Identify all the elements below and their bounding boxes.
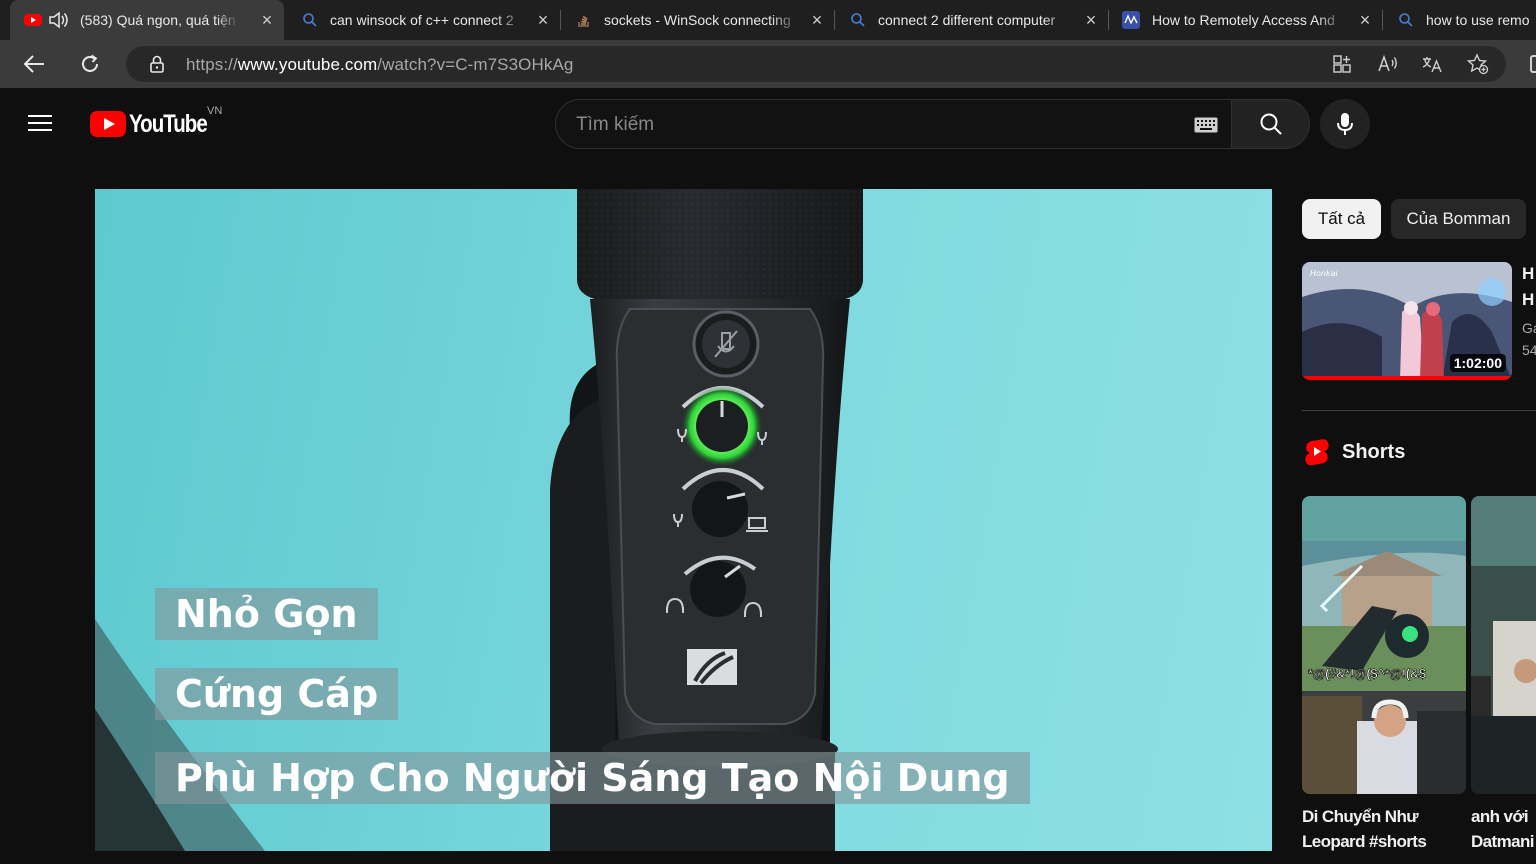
tab-search-remote[interactable]: how to use remo	[1382, 0, 1536, 40]
search-icon	[1398, 12, 1414, 28]
toolbar-edge-icon[interactable]	[1530, 55, 1536, 73]
play-icon	[90, 111, 126, 137]
video-caption-2: Cứng Cáp	[155, 668, 399, 720]
close-icon[interactable]: ×	[258, 11, 276, 29]
tab-title: connect 2 different computer	[878, 12, 1056, 28]
keyboard-icon[interactable]	[1194, 117, 1218, 133]
browser-toolbar: https://www.youtube.com/watch?v=C-m7S3OH…	[0, 40, 1536, 88]
hamburger-menu-icon[interactable]	[28, 110, 62, 138]
tab-title: sockets - WinSock connecting	[604, 12, 791, 28]
recommended-channel[interactable]: Ga	[1522, 320, 1536, 336]
close-icon[interactable]: ×	[808, 11, 826, 29]
short-title-line1[interactable]: Di Chuyển Như	[1302, 804, 1419, 829]
short-title-line2[interactable]: Leopard #shorts	[1302, 829, 1427, 854]
shorts-header: Shorts	[1304, 438, 1405, 466]
short-card[interactable]: *@(#&*!@($^*@!(&$	[1302, 496, 1466, 794]
stackoverflow-icon	[576, 12, 592, 28]
url-text: https://www.youtube.com/watch?v=C-m7S3OH…	[186, 55, 574, 74]
tab-title: can winsock of c++ connect 2	[330, 12, 514, 28]
logo-text: YouTube	[129, 109, 208, 138]
apps-icon[interactable]	[1330, 52, 1354, 76]
tab-youtube[interactable]: (583) Quá ngon, quá tiện ×	[10, 0, 284, 40]
browser-tab-bar: (583) Quá ngon, quá tiện × can winsock o…	[0, 0, 1536, 40]
article-icon	[1122, 11, 1140, 29]
country-code: VN	[207, 105, 223, 117]
tab-remote-access[interactable]: How to Remotely Access And ×	[1108, 0, 1382, 40]
address-bar[interactable]: https://www.youtube.com/watch?v=C-m7S3OH…	[126, 46, 1506, 82]
voice-search-button[interactable]	[1320, 99, 1370, 149]
video-caption-3: Phù Hợp Cho Người Sáng Tạo Nội Dung	[155, 752, 1030, 804]
recommended-thumbnail[interactable]: Honkai 1:02:00	[1302, 262, 1512, 380]
close-icon[interactable]: ×	[534, 11, 552, 29]
refresh-icon	[82, 54, 98, 72]
recommended-views: 54	[1522, 342, 1536, 358]
tab-stackoverflow[interactable]: sockets - WinSock connecting ×	[560, 0, 834, 40]
section-divider	[1302, 410, 1536, 411]
close-icon[interactable]: ×	[1082, 11, 1100, 29]
svg-text:Honkai: Honkai	[1310, 269, 1339, 278]
chip-channel[interactable]: Của Bomman	[1391, 199, 1526, 239]
tab-search-connect[interactable]: connect 2 different computer ×	[834, 0, 1108, 40]
search-input[interactable]	[576, 112, 1176, 138]
recommended-title-line2[interactable]: H	[1522, 290, 1534, 310]
favorites-add-icon[interactable]	[1466, 52, 1490, 76]
tab-title: how to use remo	[1426, 12, 1530, 28]
short-overlay-text: *@(#&*!@($^*@!(&$	[1308, 666, 1427, 682]
video-player[interactable]: Nhỏ Gọn Cứng Cáp Phù Hợp Cho Người Sáng …	[95, 189, 1272, 851]
short-thumbnail	[1302, 496, 1466, 794]
search-icon	[302, 12, 318, 28]
youtube-icon	[24, 12, 42, 28]
search-button[interactable]	[1231, 99, 1310, 149]
search-box	[555, 99, 1231, 149]
microphone-icon	[1337, 113, 1353, 135]
back-button[interactable]	[18, 48, 50, 80]
tab-title: (583) Quá ngon, quá tiện	[80, 12, 236, 28]
watch-progress-bar	[1302, 376, 1512, 380]
refresh-button[interactable]	[74, 48, 106, 80]
chip-all[interactable]: Tất cả	[1302, 199, 1381, 239]
shorts-icon	[1305, 439, 1329, 466]
tab-search-winsock[interactable]: can winsock of c++ connect 2 ×	[286, 0, 560, 40]
youtube-logo[interactable]: YouTube	[90, 110, 224, 138]
arrow-left-icon	[23, 55, 44, 73]
search-icon	[850, 12, 866, 28]
speaker-icon[interactable]	[48, 10, 70, 30]
youtube-header: YouTube VN	[0, 88, 1536, 160]
lock-icon[interactable]	[145, 52, 169, 76]
shorts-label: Shorts	[1342, 440, 1406, 463]
read-aloud-icon[interactable]	[1376, 52, 1400, 76]
tab-title: How to Remotely Access And	[1152, 12, 1335, 28]
short-title-line1[interactable]: anh với	[1471, 804, 1529, 829]
recommended-title-line1[interactable]: H	[1522, 264, 1534, 284]
video-caption-1: Nhỏ Gọn	[155, 588, 378, 640]
translate-icon[interactable]	[1420, 52, 1444, 76]
short-card[interactable]	[1471, 496, 1536, 794]
short-title-line2[interactable]: Datmani	[1471, 829, 1534, 854]
short-thumbnail	[1471, 496, 1536, 794]
search-icon	[1260, 113, 1282, 135]
close-icon[interactable]: ×	[1356, 11, 1374, 29]
video-duration: 1:02:00	[1449, 354, 1506, 372]
